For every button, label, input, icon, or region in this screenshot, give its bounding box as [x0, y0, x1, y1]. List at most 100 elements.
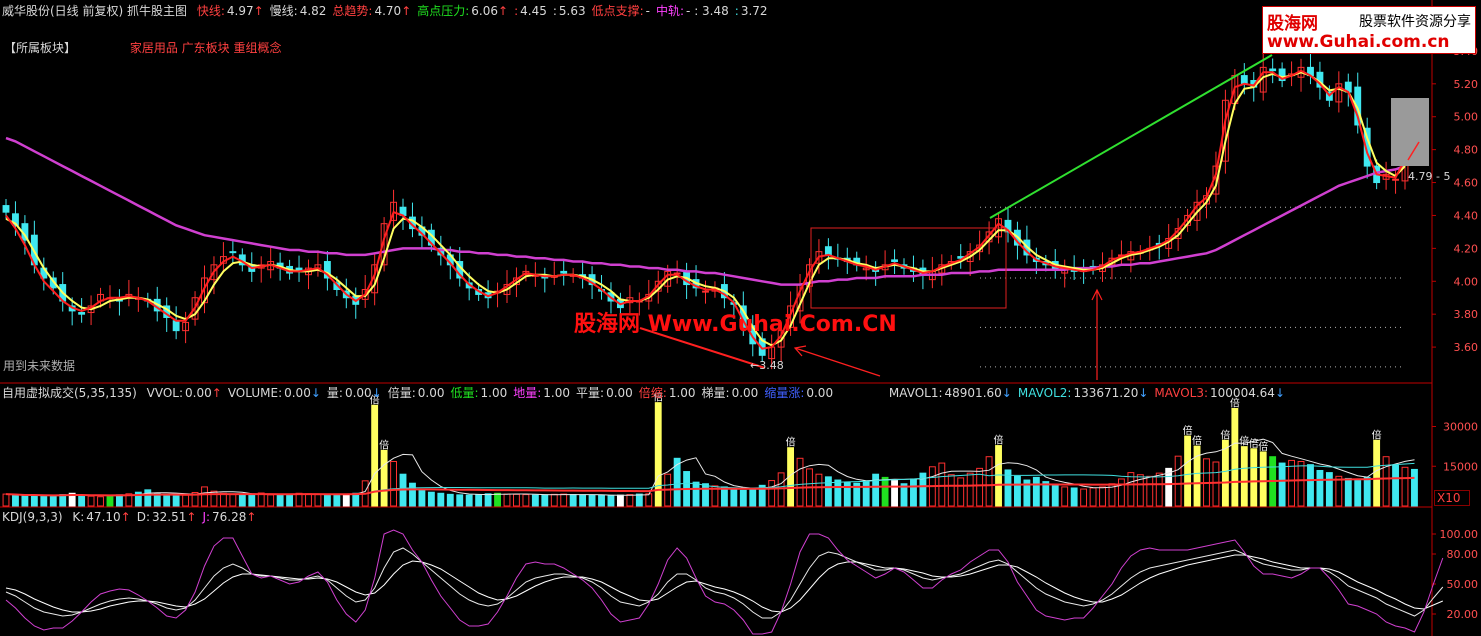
volume-bar [465, 494, 473, 507]
indicator-value: 4.45 [520, 4, 547, 18]
indicator-value: 1.00 [543, 386, 571, 400]
candle-body [560, 270, 568, 274]
indicator-item: D: 32.51↑ [137, 510, 197, 524]
volume-bar [456, 494, 464, 507]
volume-bar [1165, 467, 1173, 507]
volume-bar [1061, 486, 1069, 507]
indicator-value: 0.00 [806, 386, 834, 400]
volume-bar [314, 494, 322, 507]
indicator-label: MAVOL2: [1017, 386, 1072, 400]
volume-bar [1354, 480, 1362, 507]
volume-bar [513, 493, 520, 507]
kdj-values: K: 47.10↑ D: 32.51↑ J: 76.28↑ [72, 510, 262, 524]
price-axis-tick-label: 4.20 [1454, 242, 1479, 255]
volume-bar [409, 482, 416, 507]
indicator-label: VOLUME: [227, 386, 283, 400]
double-volume-label: 倍 [1192, 434, 1202, 447]
volume-bar [427, 491, 435, 507]
volume-bar [702, 483, 709, 507]
double-volume-label: 倍 [1183, 424, 1193, 437]
indicator-item: VVOL: 0.00↑ [147, 386, 222, 400]
volume-bar [550, 493, 558, 507]
volume-bar [730, 488, 738, 507]
volume-bar [635, 493, 643, 507]
indicator-value: 32.51 [152, 510, 187, 524]
indicator-label: 中轨: [656, 4, 685, 18]
price-axis-tick-label: 4.60 [1454, 177, 1479, 190]
sector-list[interactable]: 家居用品 广东板块 重组概念 [130, 41, 282, 55]
indicator-item: MAVOL3: 100004.64↓ [1154, 386, 1285, 400]
price-axis-tick-label: 4.00 [1454, 275, 1479, 288]
annotation-arrow [794, 347, 881, 377]
price-axis-tick-label: 4.40 [1454, 209, 1479, 222]
double-volume-label: 倍 [786, 436, 796, 449]
volume-bar [172, 495, 180, 507]
volume-bar [616, 494, 624, 507]
volume-bar [1014, 475, 1021, 507]
volume-bar [2, 493, 10, 507]
volume-bar [1127, 472, 1135, 507]
indicator-value: 0.00 [731, 386, 759, 400]
indicator-item: 量: 0.00↓ [327, 386, 382, 400]
volume-bar [1411, 468, 1418, 507]
volume-bar [891, 480, 898, 507]
volume-bar [390, 460, 397, 507]
low-price-text: ←3.48 [750, 359, 784, 372]
double-volume-label: 倍 [1220, 428, 1230, 441]
main-panel-header: 威华股份(日线 前复权) 抓牛股主图 快线: 4.97↑ 慢线: 4.82 总趋势: 4.… [2, 4, 780, 18]
kdj-axis-tick-label: 20.00 [1447, 608, 1479, 621]
kdj-axis-tick-label: 100.00 [1440, 528, 1479, 541]
candle-body [891, 259, 898, 263]
volume-bar [342, 493, 350, 507]
volume-bar [106, 495, 114, 507]
volume-bar [78, 494, 86, 507]
volume-bar [1174, 455, 1182, 507]
volume-bar [219, 492, 227, 507]
indicator-value: 1.00 [668, 386, 696, 400]
volume-bar [910, 478, 917, 507]
volume-bar [286, 493, 294, 507]
volume-bar [588, 494, 596, 507]
volume-bar [116, 494, 123, 507]
volume-bar [1316, 469, 1324, 507]
kdj-k-line [5, 547, 1444, 619]
arrow-up-icon: ↑ [401, 4, 412, 18]
volume-bar [248, 493, 256, 507]
volume-bar [1212, 461, 1220, 507]
volume-bar [201, 486, 208, 507]
kdj-j-line [5, 529, 1444, 635]
indicator-label: 倍缩: [638, 386, 667, 400]
kdj-axis-tick-label: 50.00 [1447, 578, 1479, 591]
volume-bar [267, 494, 275, 507]
indicator-item: 地量: 1.00 [513, 386, 570, 400]
low-price-marker: ←3.48 [750, 359, 790, 373]
indicator-label: 高点压力: [417, 4, 470, 18]
volume-bar [437, 492, 445, 507]
indicator-item: 低点支撑: - [592, 4, 650, 18]
volume-bar [1240, 446, 1248, 507]
kdj-panel-header: KDJ(9,3,3) K: 47.10↑ D: 32.51↑ J: 76.28↑ [2, 510, 268, 524]
indicator-value: 0.00 [417, 386, 445, 400]
indicator-label: 倍量: [387, 386, 416, 400]
arrow-up-icon: ↑ [211, 386, 222, 400]
volume-bar [182, 494, 190, 507]
indicator-item: 中轨: - : 3.48 [656, 4, 729, 18]
volume-bar [503, 493, 511, 507]
indicator-label: 低点支撑: [591, 4, 644, 18]
price-axis-tick-label: 5.00 [1454, 111, 1479, 124]
volume-bar [163, 493, 171, 507]
volume-unit-text: X10 [1437, 491, 1461, 505]
indicator-label: 快线: [196, 4, 225, 18]
indicator-item: 缩量涨: 0.00 [764, 386, 833, 400]
indicator-value: 0.00 [185, 386, 212, 400]
main-indicator-values: 快线: 4.97↑ 慢线: 4.82 总趋势: 4.70↑ 高点压力: 6.06↑:4.45:… [197, 4, 774, 18]
volume-bar [333, 493, 341, 507]
volume-bar [1089, 487, 1097, 507]
indicator-value: 4.82 [299, 4, 327, 18]
candle-body [824, 246, 832, 256]
volume-bar [1231, 407, 1239, 507]
indicator-value: 133671.20 [1073, 386, 1139, 400]
indicator-item: 低量: 1.00 [450, 386, 507, 400]
price-axis-tick-label: 5.20 [1454, 78, 1479, 91]
volume-bar [21, 495, 29, 507]
